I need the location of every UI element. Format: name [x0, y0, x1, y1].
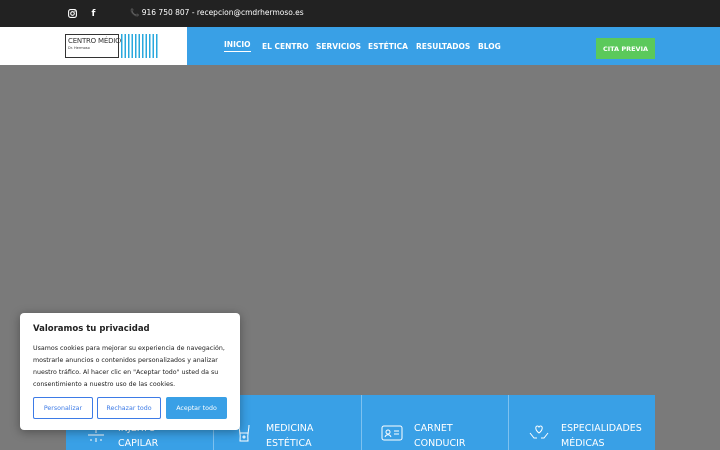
nav-link-blog[interactable]: BLOG: [478, 42, 501, 51]
site-logo[interactable]: CENTRO MÉDICO Dr. Hermoso: [65, 34, 158, 58]
service-line1: MEDICINA: [266, 423, 314, 434]
service-line2: CAPILAR: [118, 438, 159, 449]
service-line2: MÉDICAS: [561, 438, 605, 449]
cookie-title: Valoramos tu privacidad: [33, 324, 150, 334]
logo-subtitle: Dr. Hermoso: [68, 46, 90, 50]
service-especialidades-medicas[interactable]: ESPECIALIDADES MÉDICAS: [508, 395, 655, 450]
nav-link-servicios[interactable]: SERVICIOS: [316, 42, 361, 51]
logo-text-box: CENTRO MÉDICO Dr. Hermoso: [65, 34, 126, 58]
nav-link-inicio[interactable]: INICIO: [224, 40, 251, 52]
logo-area: CENTRO MÉDICO Dr. Hermoso: [0, 27, 187, 65]
contact-info: 📞 916 750 807 - recepcion@cmdrhermoso.es: [130, 8, 304, 17]
cookie-text-line: mostrarle anuncios o contenidos personal…: [33, 357, 218, 364]
nav-item-estetica[interactable]: ESTÉTICA: [368, 27, 408, 65]
customize-cookies-button[interactable]: Personalizar: [33, 397, 93, 419]
service-label: CARNET CONDUCIR: [414, 421, 504, 450]
nav-item-inicio[interactable]: INICIO: [224, 27, 251, 65]
accept-all-cookies-button[interactable]: Aceptar todo: [166, 397, 227, 419]
nav-item-servicios[interactable]: SERVICIOS: [316, 27, 361, 65]
driving-license-icon: [380, 421, 404, 445]
nav-link-estetica[interactable]: ESTÉTICA: [368, 42, 408, 51]
medical-hands-icon: [527, 421, 551, 445]
cookie-consent-dialog: Valoramos tu privacidad Usamos cookies p…: [20, 313, 240, 430]
facebook-icon[interactable]: f: [87, 7, 100, 20]
cookie-text-line: nuestro tráfico. Al hacer clic en "Acept…: [33, 369, 219, 376]
service-carnet-conducir[interactable]: CARNET CONDUCIR: [361, 395, 508, 450]
service-line1: ESPECIALIDADES: [561, 423, 642, 434]
nav-item-blog[interactable]: BLOG: [478, 27, 501, 65]
cookie-description: Usamos cookies para mejorar su experienc…: [33, 343, 238, 391]
main-navbar: CENTRO MÉDICO Dr. Hermoso INICIO EL CENT…: [0, 27, 720, 65]
service-line2: ESTÉTICA: [266, 438, 312, 449]
top-bar: f 📞 916 750 807 - recepcion@cmdrhermoso.…: [0, 0, 720, 27]
nav-link-resultados[interactable]: RESULTADOS: [416, 42, 470, 51]
nav-item-resultados[interactable]: RESULTADOS: [416, 27, 470, 65]
nav-item-el-centro[interactable]: EL CENTRO: [262, 27, 309, 65]
service-line1: CARNET: [414, 423, 453, 434]
nav-link-el-centro[interactable]: EL CENTRO: [262, 42, 309, 51]
cookie-text-line: consentimiento a nuestro uso de las cook…: [33, 381, 176, 388]
service-line2: CONDUCIR: [414, 438, 466, 449]
service-label: MEDICINA ESTÉTICA: [266, 421, 356, 450]
reject-all-cookies-button[interactable]: Rechazar todo: [97, 397, 161, 419]
service-label: ESPECIALIDADES MÉDICAS: [561, 421, 651, 450]
logo-title: CENTRO MÉDICO: [68, 37, 126, 45]
logo-stripes: [121, 34, 158, 58]
instagram-icon[interactable]: [66, 7, 79, 20]
cookie-text-line: Usamos cookies para mejorar su experienc…: [33, 345, 225, 352]
cita-previa-button[interactable]: CITA PREVIA: [596, 38, 655, 59]
